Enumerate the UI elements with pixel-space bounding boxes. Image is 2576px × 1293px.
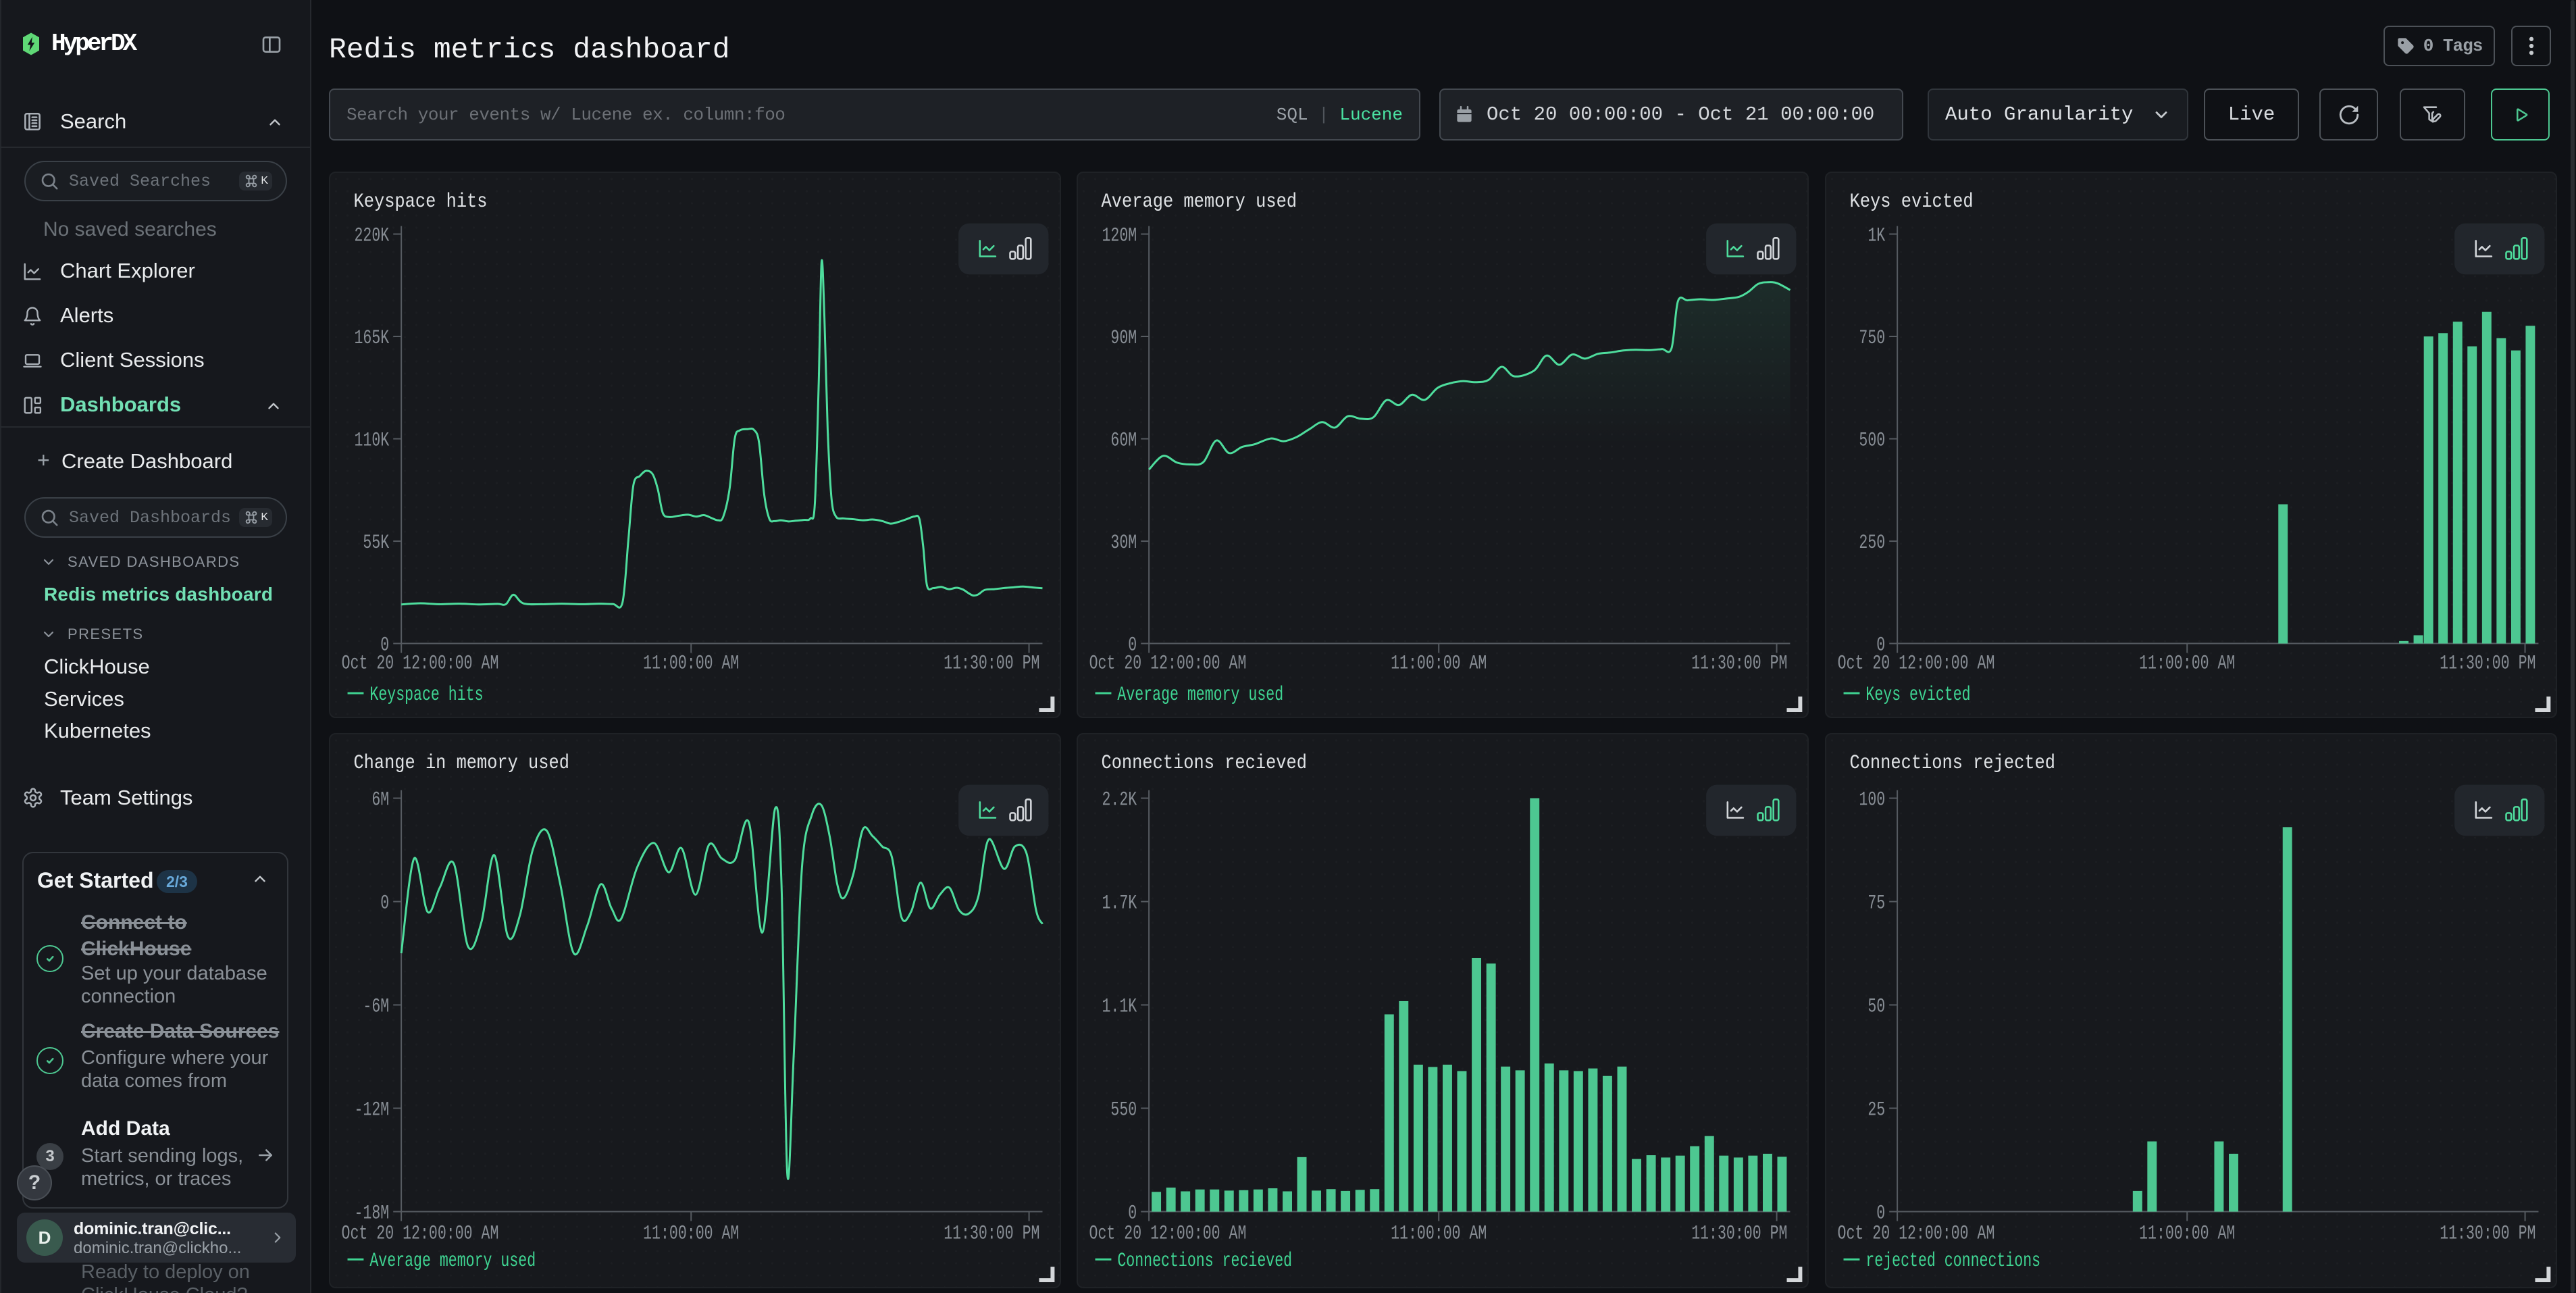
svg-text:110K: 110K xyxy=(355,428,390,451)
svg-text:11:30:00 PM: 11:30:00 PM xyxy=(1691,1221,1787,1244)
svg-text:Connections recieved: Connections recieved xyxy=(1101,751,1307,774)
svg-text:6M: 6M xyxy=(371,788,389,811)
svg-text:Oct 20 12:00:00 AM: Oct 20 12:00:00 AM xyxy=(342,651,499,674)
svg-text:60M: 60M xyxy=(1110,428,1137,451)
svg-text:Oct 20 12:00:00 AM: Oct 20 12:00:00 AM xyxy=(1089,651,1247,674)
svg-text:2.2K: 2.2K xyxy=(1102,788,1137,811)
svg-text:75: 75 xyxy=(1867,891,1885,914)
svg-text:1K: 1K xyxy=(1867,224,1885,247)
svg-text:Average memory used: Average memory used xyxy=(1117,683,1283,706)
svg-text:500: 500 xyxy=(1859,428,1885,451)
svg-text:250: 250 xyxy=(1859,531,1885,554)
svg-text:90M: 90M xyxy=(1110,326,1137,349)
svg-text:11:00:00 AM: 11:00:00 AM xyxy=(643,651,739,674)
svg-text:165K: 165K xyxy=(355,326,390,349)
svg-text:55K: 55K xyxy=(363,531,389,554)
svg-text:11:00:00 AM: 11:00:00 AM xyxy=(643,1221,739,1244)
svg-text:11:00:00 AM: 11:00:00 AM xyxy=(1391,651,1487,674)
svg-text:Oct 20 12:00:00 AM: Oct 20 12:00:00 AM xyxy=(1838,651,1995,674)
svg-text:1.1K: 1.1K xyxy=(1102,994,1137,1017)
svg-text:11:00:00 AM: 11:00:00 AM xyxy=(2139,1221,2235,1244)
svg-text:25: 25 xyxy=(1867,1098,1885,1121)
svg-text:750: 750 xyxy=(1859,326,1885,349)
svg-text:11:00:00 AM: 11:00:00 AM xyxy=(1391,1221,1487,1244)
svg-text:50: 50 xyxy=(1867,994,1885,1017)
svg-text:1.7K: 1.7K xyxy=(1102,891,1137,914)
svg-text:Oct 20 12:00:00 AM: Oct 20 12:00:00 AM xyxy=(1838,1221,1995,1244)
svg-text:Average memory used: Average memory used xyxy=(369,1249,536,1272)
svg-text:Oct 20 12:00:00 AM: Oct 20 12:00:00 AM xyxy=(342,1221,499,1244)
svg-text:Keyspace hits: Keyspace hits xyxy=(354,190,488,213)
svg-text:Connections recieved: Connections recieved xyxy=(1117,1249,1292,1272)
svg-text:-6M: -6M xyxy=(363,994,389,1017)
svg-text:Connections rejected: Connections rejected xyxy=(1849,751,2055,774)
svg-text:0: 0 xyxy=(380,891,389,914)
svg-text:11:30:00 PM: 11:30:00 PM xyxy=(944,1221,1039,1244)
svg-text:-12M: -12M xyxy=(354,1098,389,1121)
svg-text:100: 100 xyxy=(1859,788,1885,811)
svg-text:11:30:00 PM: 11:30:00 PM xyxy=(2440,1221,2535,1244)
svg-text:30M: 30M xyxy=(1110,531,1137,554)
svg-text:Keys evicted: Keys evicted xyxy=(1865,683,1970,706)
svg-text:Oct 20 12:00:00 AM: Oct 20 12:00:00 AM xyxy=(1089,1221,1247,1244)
svg-text:Keys evicted: Keys evicted xyxy=(1850,190,1974,213)
svg-text:Keyspace hits: Keyspace hits xyxy=(369,683,483,706)
svg-text:11:00:00 AM: 11:00:00 AM xyxy=(2139,651,2235,674)
svg-text:550: 550 xyxy=(1110,1098,1137,1121)
svg-text:11:30:00 PM: 11:30:00 PM xyxy=(1691,651,1787,674)
svg-text:120M: 120M xyxy=(1102,224,1137,247)
svg-text:220K: 220K xyxy=(355,224,390,247)
svg-text:rejected connections: rejected connections xyxy=(1865,1249,2040,1272)
svg-text:11:30:00 PM: 11:30:00 PM xyxy=(2440,651,2535,674)
svg-text:11:30:00 PM: 11:30:00 PM xyxy=(944,651,1039,674)
svg-text:Average memory used: Average memory used xyxy=(1102,190,1297,213)
svg-text:Change in memory used: Change in memory used xyxy=(353,751,569,774)
